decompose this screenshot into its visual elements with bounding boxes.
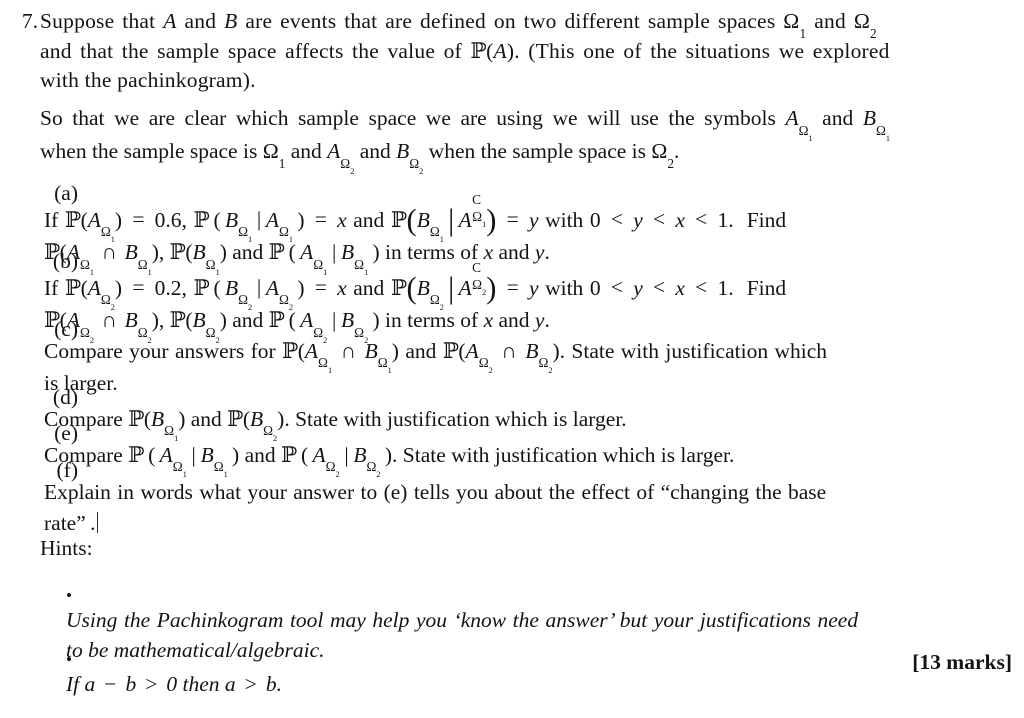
hints-heading: Hints: bbox=[40, 536, 93, 560]
part-f-line2: rate” . bbox=[44, 512, 1012, 534]
question-number: 7. bbox=[21, 9, 38, 33]
hint-item-1: • Using the Pachinkogram tool may help y… bbox=[66, 586, 1012, 662]
part-a-line1: If ℙ(AΩ1) = 0.6, ℙ ( BΩ1| AΩ1 ) = x and ℙ… bbox=[44, 191, 787, 245]
marks-total: [13 marks] bbox=[912, 650, 1012, 674]
stem-p1-line2: and that the sample space affects the va… bbox=[40, 38, 890, 63]
hint-2-line1: If a − b > 0 then a > b. bbox=[66, 671, 282, 696]
part-c-label: (c) bbox=[54, 317, 78, 341]
hint-1-line1: Using the Pachinkogram tool may help you… bbox=[66, 607, 859, 632]
stem-p1-line3: with the pachinkogram). bbox=[40, 68, 256, 92]
bullet-icon: • bbox=[66, 650, 73, 669]
part-f-label: (f) bbox=[56, 458, 78, 482]
document-page: 7. Suppose that A and B are events that … bbox=[0, 0, 1024, 718]
part-c: (c) Compare your answers for ℙ(AΩ1 ∩ BΩ1… bbox=[44, 317, 1012, 395]
stem-paragraph-2: So that we are clear which sample space … bbox=[40, 106, 1012, 176]
hint-item-2: • If a − b > 0 then a > b. bbox=[66, 650, 1012, 696]
stem-p2-line1: So that we are clear which sample space … bbox=[40, 106, 890, 143]
part-f-line1: Explain in words what your answer to (e)… bbox=[44, 479, 827, 504]
stem-p1-line1: Suppose that A and B are events that are… bbox=[40, 9, 877, 41]
part-a-label: (a) bbox=[54, 181, 78, 205]
part-b-line1: If ℙ(AΩ2) = 0.2, ℙ ( BΩ2| AΩ2 ) = x and ℙ… bbox=[44, 259, 787, 313]
part-f: (f) Explain in words what your answer to… bbox=[44, 458, 1012, 534]
part-d-label: (d) bbox=[52, 385, 78, 409]
text-cursor bbox=[96, 512, 99, 533]
bullet-icon: • bbox=[66, 586, 73, 605]
part-b-label: (b) bbox=[52, 249, 78, 273]
stem-paragraph-1: Suppose that A and B are events that are… bbox=[40, 9, 1012, 92]
part-c-line1: Compare your answers for ℙ(AΩ1 ∩ BΩ1) an… bbox=[44, 338, 827, 376]
part-e-label: (e) bbox=[54, 421, 78, 445]
stem-p2-line2: when the sample space is Ω1 and AΩ2 and … bbox=[40, 138, 680, 176]
